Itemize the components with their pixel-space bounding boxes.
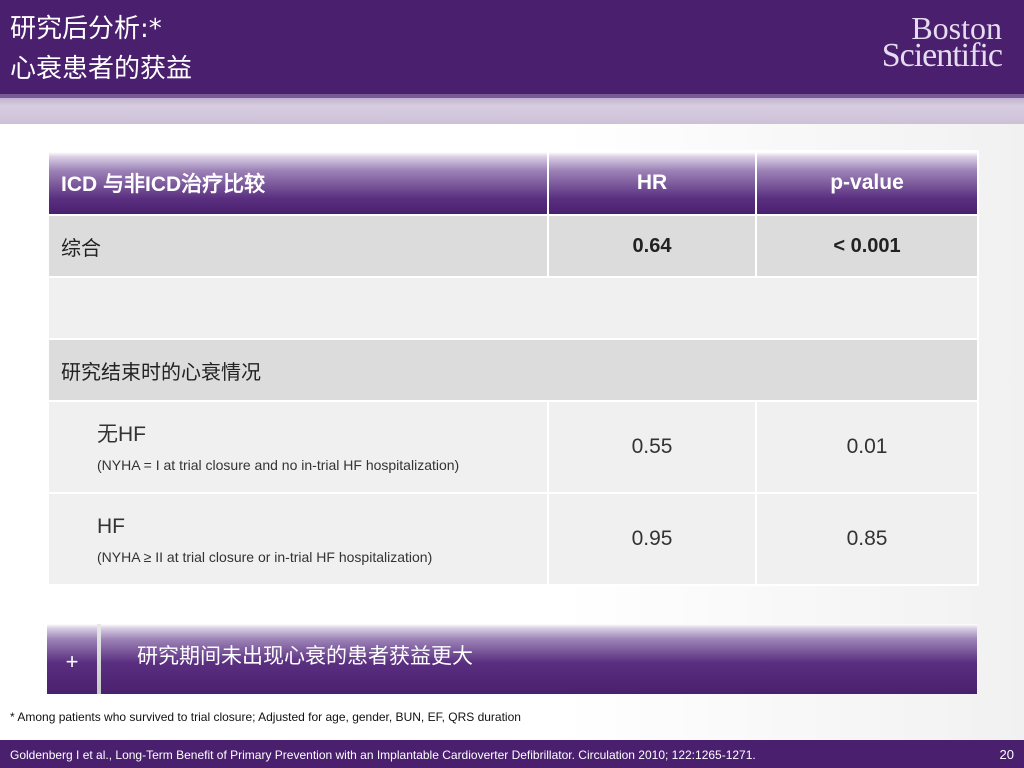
- row-label-cell: 无HF (NYHA = I at trial closure and no in…: [47, 400, 549, 494]
- results-table: ICD 与非ICD治疗比较 HR p-value 综合 0.64 < 0.001…: [47, 150, 979, 586]
- hr-value: 0.95: [547, 492, 757, 586]
- header-bar: 研究后分析:* 心衰患者的获益 Boston Scientific: [0, 0, 1024, 94]
- footer-bar: Goldenberg I et al., Long-Term Benefit o…: [0, 740, 1024, 768]
- section-label: 研究结束时的心衰情况: [47, 338, 979, 402]
- bar-divider: [97, 624, 101, 694]
- footnote: * Among patients who survived to trial c…: [10, 710, 521, 724]
- conclusion-bar: + 研究期间未出现心衰的患者获益更大: [47, 624, 977, 694]
- row-label-cell: HF (NYHA ≥ II at trial closure or in-tri…: [47, 492, 549, 586]
- p-value: < 0.001: [755, 214, 979, 278]
- hr-value: 0.55: [547, 400, 757, 494]
- table-row-blank: [47, 276, 979, 340]
- p-value: 0.01: [755, 400, 979, 494]
- table-header-row: ICD 与非ICD治疗比较 HR p-value: [47, 150, 979, 216]
- column-header-p-value: p-value: [755, 150, 979, 216]
- column-header-hr: HR: [547, 150, 757, 216]
- reference-citation: Goldenberg I et al., Long-Term Benefit o…: [10, 748, 756, 762]
- p-value: 0.85: [755, 492, 979, 586]
- plus-icon: +: [65, 649, 79, 674]
- slide-title-line2: 心衰患者的获益: [10, 54, 193, 84]
- table-row-hf: HF (NYHA ≥ II at trial closure or in-tri…: [47, 492, 979, 586]
- row-label: 综合: [47, 214, 549, 278]
- hr-value: 0.64: [547, 214, 757, 278]
- row-note: (NYHA = I at trial closure and no in-tri…: [97, 457, 460, 473]
- logo-line2: Scientific: [881, 37, 1003, 74]
- row-label: HF: [97, 515, 125, 538]
- blank-cell: [47, 276, 979, 340]
- slide-title-line1: 研究后分析:*: [10, 14, 162, 44]
- table-row-hf-section: 研究结束时的心衰情况: [47, 338, 979, 402]
- row-note: (NYHA ≥ II at trial closure or in-trial …: [97, 549, 433, 565]
- conclusion-text: 研究期间未出现心衰的患者获益更大: [137, 644, 473, 668]
- header-stripe: [0, 94, 1024, 124]
- boston-scientific-logo: Boston Scientific: [832, 12, 1003, 78]
- table-row-no-hf: 无HF (NYHA = I at trial closure and no in…: [47, 400, 979, 494]
- page-number: 20: [999, 747, 1014, 762]
- row-label: 无HF: [97, 423, 146, 446]
- header-stripe-line: [0, 94, 1024, 98]
- table-row-overall: 综合 0.64 < 0.001: [47, 214, 979, 278]
- column-header-comparison: ICD 与非ICD治疗比较: [47, 150, 549, 216]
